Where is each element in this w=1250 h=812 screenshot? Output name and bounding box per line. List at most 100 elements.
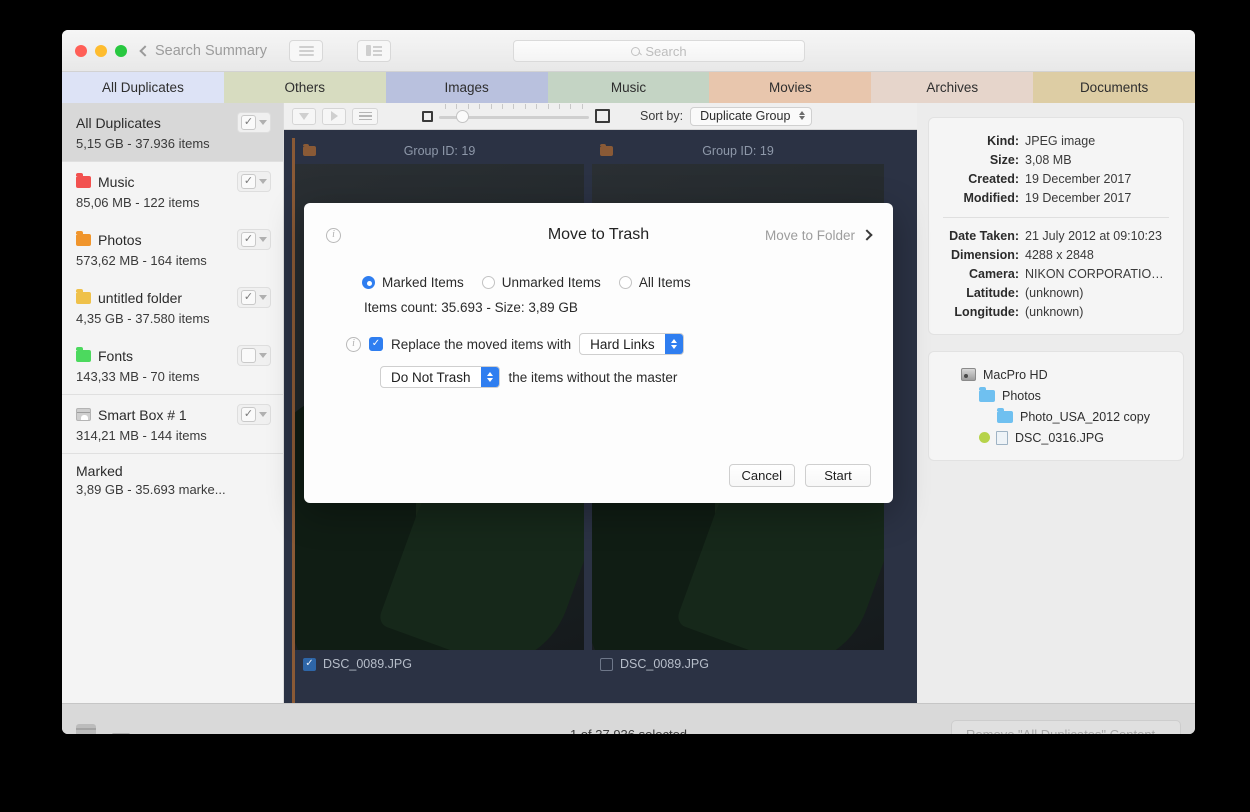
tab-label: Documents xyxy=(1080,80,1148,95)
triangle-down-icon xyxy=(299,113,309,120)
sidebar-checkbox[interactable]: ✓ xyxy=(241,290,256,305)
sidebar-item-label: Music xyxy=(98,174,237,190)
collapse-all-button[interactable] xyxy=(292,108,316,125)
info-value: 19 December 2017 xyxy=(1025,170,1131,189)
zoom-button[interactable] xyxy=(115,45,127,57)
folder-icon xyxy=(76,234,91,246)
trash-icon[interactable] xyxy=(76,724,96,734)
thumbnail-checkbox[interactable] xyxy=(600,658,613,671)
file-path-card: MacPro HD Photos Photo_USA_2012 copy DSC… xyxy=(928,351,1184,461)
info-row: Kind: JPEG image xyxy=(941,132,1171,151)
back-button[interactable]: Search Summary xyxy=(141,43,267,59)
path-row-folder[interactable]: Photo_USA_2012 copy xyxy=(939,406,1173,427)
stepper-icon[interactable] xyxy=(665,334,683,354)
sidebar-checkbox[interactable]: ✓ xyxy=(241,407,256,422)
sidebar-checkbox[interactable]: ✓ xyxy=(241,174,256,189)
info-value: 21 July 2012 at 09:10:23 xyxy=(1025,227,1162,246)
radio-unmarked-items[interactable]: Unmarked Items xyxy=(482,275,601,290)
sidebar-checkbox-group[interactable]: ✓ xyxy=(237,404,271,425)
stepper-icon[interactable] xyxy=(481,367,499,387)
tab-images[interactable]: Images xyxy=(386,72,548,103)
thumbnail-filename: DSC_0089.JPG xyxy=(323,657,412,671)
radio-indicator xyxy=(482,276,495,289)
sidebar-item-untitled-folder[interactable]: untitled folder ✓ 4,35 GB - 37.580 items xyxy=(62,278,283,336)
close-button[interactable] xyxy=(75,45,87,57)
sidebar-checkbox[interactable]: ✓ xyxy=(241,232,256,247)
trash-policy-value: Do Not Trash xyxy=(381,367,481,387)
path-row-file[interactable]: DSC_0316.JPG xyxy=(939,427,1173,448)
sidebar-item-sublabel: 3,89 GB - 35.693 marke... xyxy=(76,482,271,497)
sidebar-checkbox-group[interactable] xyxy=(237,345,271,366)
divider xyxy=(943,217,1169,218)
expand-all-button[interactable] xyxy=(322,108,346,125)
info-value: (unknown) xyxy=(1025,284,1083,303)
sidebar-item-label: untitled folder xyxy=(98,290,237,306)
sort-value: Duplicate Group xyxy=(700,109,790,123)
info-icon[interactable]: i xyxy=(346,337,361,352)
replace-checkbox[interactable]: ✓ xyxy=(369,337,383,351)
folder-icon xyxy=(76,350,91,362)
info-row: Latitude: (unknown) xyxy=(941,284,1171,303)
tab-archives[interactable]: Archives xyxy=(871,72,1033,103)
thumbnail-checkbox[interactable]: ✓ xyxy=(303,658,316,671)
large-thumbnail-icon xyxy=(595,109,610,123)
minimize-button[interactable] xyxy=(95,45,107,57)
chevron-right-icon xyxy=(861,229,872,240)
tab-others[interactable]: Others xyxy=(224,72,386,103)
radio-marked-items[interactable]: Marked Items xyxy=(362,275,464,290)
sidebar-checkbox-group[interactable]: ✓ xyxy=(237,229,271,250)
titlebar: Search Summary Search xyxy=(62,30,1195,72)
path-row-folder[interactable]: Photos xyxy=(939,385,1173,406)
tab-music[interactable]: Music xyxy=(548,72,710,103)
chevron-down-icon[interactable] xyxy=(259,353,267,358)
sidebar-item-sublabel: 314,21 MB - 144 items xyxy=(76,428,271,443)
info-row: Modified: 19 December 2017 xyxy=(941,189,1171,208)
sidebar-item-all-duplicates[interactable]: All Duplicates ✓ 5,15 GB - 37.936 items xyxy=(62,103,283,161)
chevron-down-icon[interactable] xyxy=(259,179,267,184)
chevron-down-icon[interactable] xyxy=(259,120,267,125)
tab-all-duplicates[interactable]: All Duplicates xyxy=(62,72,224,103)
sidebar-checkbox[interactable]: ✓ xyxy=(241,115,256,130)
search-input[interactable]: Search xyxy=(513,40,805,62)
trash-policy-select[interactable]: Do Not Trash xyxy=(380,366,500,388)
sidebar-item-fonts[interactable]: Fonts 143,33 MB - 70 items xyxy=(62,336,283,394)
sort-select[interactable]: Duplicate Group xyxy=(690,107,812,126)
tab-documents[interactable]: Documents xyxy=(1033,72,1195,103)
radio-all-items[interactable]: All Items xyxy=(619,275,691,290)
replace-type-select[interactable]: Hard Links xyxy=(579,333,684,355)
tab-label: All Duplicates xyxy=(102,80,184,95)
sidebar-item-sublabel: 143,33 MB - 70 items xyxy=(76,369,271,384)
move-to-folder-button[interactable]: Move to Folder xyxy=(765,228,871,243)
panel-view-button[interactable] xyxy=(357,40,391,62)
sidebar-checkbox[interactable] xyxy=(241,348,256,363)
path-row-volume[interactable]: MacPro HD xyxy=(939,364,1173,385)
info-value: JPEG image xyxy=(1025,132,1095,151)
tab-label: Images xyxy=(445,80,489,95)
remove-content-button[interactable]: Remove "All Duplicates" Content... xyxy=(951,720,1181,735)
sidebar-item-smart-box-1[interactable]: Smart Box # 1 ✓ 314,21 MB - 144 items xyxy=(62,395,283,453)
thumbnail-caption: ✓ DSC_0089.JPG xyxy=(295,650,584,678)
sidebar-checkbox-group[interactable]: ✓ xyxy=(237,287,271,308)
sidebar-checkbox-group[interactable]: ✓ xyxy=(237,171,271,192)
tab-movies[interactable]: Movies xyxy=(709,72,871,103)
slider-thumb[interactable] xyxy=(456,110,469,123)
stepper-icon xyxy=(799,111,805,120)
start-button[interactable]: Start xyxy=(805,464,871,487)
info-row: Date Taken: 21 July 2012 at 09:10:23 xyxy=(941,227,1171,246)
chevron-down-icon[interactable] xyxy=(259,412,267,417)
replace-option-row: i ✓ Replace the moved items with Hard Li… xyxy=(346,333,871,355)
chevron-down-icon[interactable] xyxy=(259,237,267,242)
list-view-button[interactable] xyxy=(289,40,323,62)
chevron-down-icon[interactable] xyxy=(259,295,267,300)
list-mode-button[interactable] xyxy=(352,108,378,125)
cancel-button[interactable]: Cancel xyxy=(729,464,795,487)
sidebar-checkbox-group[interactable]: ✓ xyxy=(237,112,271,133)
sidebar-item-music[interactable]: Music ✓ 85,06 MB - 122 items xyxy=(62,162,283,220)
path-label: DSC_0316.JPG xyxy=(1015,431,1104,445)
trash-option-row: Do Not Trash the items without the maste… xyxy=(380,366,871,388)
sidebar-item-sublabel: 573,62 MB - 164 items xyxy=(76,253,271,268)
sidebar-item-marked[interactable]: Marked 3,89 GB - 35.693 marke... xyxy=(62,454,283,507)
thumbnail-size-slider[interactable] xyxy=(439,109,589,123)
app-window: Search Summary Search All Duplicates Oth… xyxy=(62,30,1195,734)
sidebar-item-photos[interactable]: Photos ✓ 573,62 MB - 164 items xyxy=(62,220,283,278)
